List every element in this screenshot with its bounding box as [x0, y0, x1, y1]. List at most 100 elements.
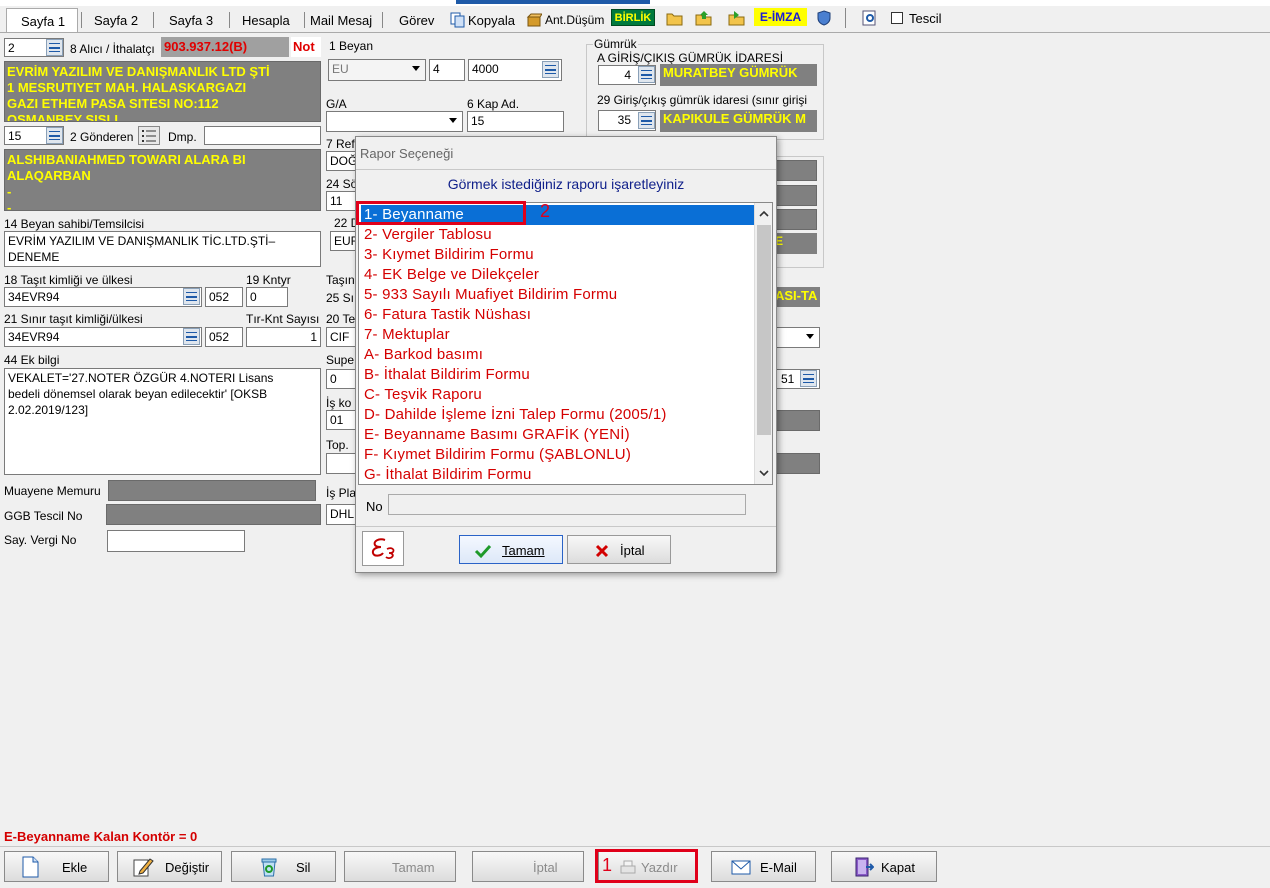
report-item[interactable]: E- Beyanname Basımı GRAFİK (YENİ)	[361, 425, 755, 445]
tab-sayfa-3[interactable]: Sayfa 3	[163, 8, 219, 32]
giris-lookup-button[interactable]	[638, 66, 655, 83]
alici-label: 8 Alıcı / İthalatçı	[70, 42, 155, 56]
gonderen-no-value: 15	[8, 129, 22, 143]
chevron-down-icon[interactable]	[755, 464, 773, 482]
tab-label: Mail Mesaj	[310, 13, 373, 28]
tasit-field[interactable]: 34EVR94	[4, 287, 202, 307]
alici-lookup-button[interactable]	[46, 39, 63, 56]
supe-value: 0	[330, 372, 337, 386]
tab-hesapla[interactable]: Hesapla	[236, 8, 296, 32]
gonderen-address-box[interactable]: ALSHIBANIAHMED TOWARI ALARA BI ALAQARBAN…	[4, 149, 321, 211]
ant-dusum-button[interactable]: Ant.Düşüm	[526, 10, 610, 30]
tasit-country-field[interactable]: 052	[205, 287, 243, 307]
report-item[interactable]: 5- 933 Sayılı Muafiyet Bildirim Formu	[361, 285, 755, 305]
shield-icon[interactable]	[817, 10, 831, 26]
report-item[interactable]: 6- Fatura Tastik Nüshası	[361, 305, 755, 325]
beyan-no-field[interactable]: 4	[429, 59, 465, 81]
tab-mail-mesaj[interactable]: Mail Mesaj	[304, 8, 378, 32]
tab-separator	[81, 12, 82, 28]
report-list[interactable]: 1- Beyanname 2- Vergiler Tablosu 3- Kıym…	[358, 202, 773, 485]
dialog-cancel-button[interactable]: İptal	[567, 535, 671, 564]
dmp-field[interactable]	[204, 126, 321, 145]
sinir-tasit-country-field[interactable]: 052	[205, 327, 243, 347]
folder-open-icon[interactable]	[666, 11, 684, 27]
iptal-button[interactable]: İptal	[472, 851, 584, 882]
alici-address-box[interactable]: EVRİM YAZILIM VE DANIŞMANLIK LTD ŞTİ 1 M…	[4, 61, 321, 122]
ant-dusum-label: Ant.Düşüm	[545, 13, 605, 27]
report-item[interactable]: F- Kıymet Bildirim Formu (ŞABLONLU)	[361, 445, 755, 465]
tamam-label: Tamam	[392, 860, 435, 875]
beyan-code-lookup-button[interactable]	[542, 61, 559, 78]
is-plan-field[interactable]: DHL	[326, 504, 356, 525]
ek-bilgi-line: bedeli dönemsel olarak beyan edilecektir…	[8, 387, 268, 401]
top-label: Top.	[326, 438, 349, 452]
degistir-button[interactable]: Değiştir	[117, 851, 222, 882]
ref-field[interactable]: DOĞ	[326, 151, 356, 171]
preview-icon[interactable]	[862, 10, 878, 26]
report-item[interactable]: A- Barkod basımı	[361, 345, 755, 365]
dialog-logo-button[interactable]	[362, 531, 404, 566]
tab-label: Sayfa 2	[94, 13, 139, 28]
sinir-gumruk-label: 29 Giriş/çıkış gümrük idaresi (sınır gir…	[597, 93, 808, 107]
tasit-lookup-button[interactable]	[183, 288, 200, 305]
supe-field[interactable]: 0	[326, 369, 356, 389]
beyan-type-value: EU	[332, 62, 349, 76]
sinir-lookup-button[interactable]	[638, 112, 655, 129]
report-item[interactable]: C- Teşvik Raporu	[361, 385, 755, 405]
tescil-checkbox[interactable]: Tescil	[889, 9, 953, 27]
e-imza-button[interactable]: E-İMZA	[754, 8, 807, 26]
tab-gorev[interactable]: Görev	[393, 8, 440, 32]
vergi-field[interactable]	[107, 530, 245, 552]
sinir-tasit-field[interactable]: 34EVR94	[4, 327, 202, 347]
kontor-status: E-Beyanname Kalan Kontör = 0	[4, 829, 198, 844]
report-item[interactable]: G- İthalat Bildirim Formu	[361, 465, 755, 484]
sinir-tasit-lookup-button[interactable]	[183, 328, 200, 345]
ekle-button[interactable]: Ekle	[4, 851, 109, 882]
right-select[interactable]	[772, 327, 820, 348]
no-field	[388, 494, 746, 515]
list-icon-button[interactable]	[138, 126, 160, 145]
report-item[interactable]: D- Dahilde İşleme İzni Talep Formu (2005…	[361, 405, 755, 425]
report-item[interactable]: 2- Vergiler Tablosu	[361, 225, 755, 245]
dialog-divider	[356, 169, 776, 170]
not-label[interactable]: Not	[291, 37, 321, 57]
report-item[interactable]: 3- Kıymet Bildirim Formu	[361, 245, 755, 265]
muayene-field	[108, 480, 316, 501]
rapor-dialog: Rapor Seçeneği Görmek istediğiniz raporu…	[355, 136, 777, 573]
email-button[interactable]: E-Mail	[711, 851, 816, 882]
gonderen-lookup-button[interactable]	[46, 127, 63, 144]
ek-bilgi-textarea[interactable]: VEKALET='27.NOTER ÖZGÜR 4.NOTERI Lisans …	[4, 368, 321, 475]
report-item[interactable]: 7- Mektuplar	[361, 325, 755, 345]
is-kodu-field[interactable]: 01	[326, 410, 356, 430]
kntyr-field[interactable]: 0	[246, 287, 288, 307]
kap-field[interactable]: 15	[467, 111, 564, 132]
import-icon[interactable]	[728, 10, 746, 26]
t20-label: 20 Te	[326, 312, 356, 326]
ekle-label: Ekle	[62, 860, 88, 875]
ga-select[interactable]	[326, 111, 463, 132]
beyan-sahibi-box[interactable]: EVRİM YAZILIM VE DANIŞMANLIK TİC.LTD.ŞTİ…	[4, 231, 321, 267]
beyan-type-select[interactable]: EU	[328, 59, 426, 81]
t20-field[interactable]: CIF	[326, 327, 356, 347]
sil-button[interactable]: Sil	[231, 851, 336, 882]
export-up-icon[interactable]	[695, 10, 713, 26]
tamam-button[interactable]: Tamam	[344, 851, 456, 882]
dialog-ok-button[interactable]: Tamam	[459, 535, 563, 564]
chevron-up-icon[interactable]	[755, 205, 773, 223]
report-item[interactable]: 4- EK Belge ve Dilekçeler	[361, 265, 755, 285]
birlik-button[interactable]: BİRLİK	[611, 9, 655, 26]
report-item[interactable]: B- İthalat Bildirim Formu	[361, 365, 755, 385]
kapat-label: Kapat	[881, 860, 915, 875]
sa-field[interactable]: 11	[326, 191, 356, 211]
kapat-button[interactable]: Kapat	[831, 851, 937, 882]
right-num-lookup-button[interactable]	[800, 370, 817, 387]
d22-field[interactable]: EUF	[330, 231, 356, 251]
tab-sayfa-2[interactable]: Sayfa 2	[88, 8, 144, 32]
tab-sayfa-1[interactable]: Sayfa 1	[6, 8, 78, 32]
title-strip-accent	[456, 0, 650, 4]
gumruk-label: Gümrük	[593, 37, 638, 51]
scrollbar-thumb[interactable]	[757, 225, 771, 435]
list-scrollbar[interactable]	[754, 203, 772, 484]
top-field[interactable]	[326, 453, 356, 474]
tir-knt-field[interactable]: 1	[246, 327, 321, 347]
